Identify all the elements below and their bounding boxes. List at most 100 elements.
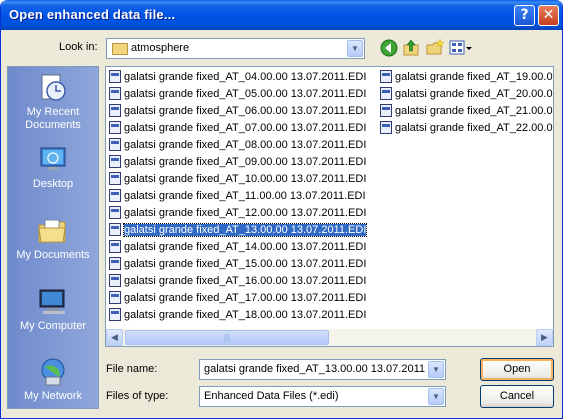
file-item[interactable]: galatsi grande fixed_AT_15.00.00 13.07.2… xyxy=(109,256,366,272)
file-name: galatsi grande fixed_AT_21.00.00 13.07.2… xyxy=(395,105,554,117)
file-item[interactable]: galatsi grande fixed_AT_17.00.00 13.07.2… xyxy=(109,290,366,306)
file-item[interactable]: galatsi grande fixed_AT_10.00.00 13.07.2… xyxy=(109,171,366,187)
file-item[interactable]: galatsi grande fixed_AT_16.00.00 13.07.2… xyxy=(109,273,366,289)
help-button[interactable]: ? xyxy=(514,5,535,26)
file-item[interactable]: galatsi grande fixed_AT_06.00.00 13.07.2… xyxy=(109,103,366,119)
file-name: galatsi grande fixed_AT_13.00.00 13.07.2… xyxy=(122,223,368,237)
file-name: galatsi grande fixed_AT_11.00.00 13.07.2… xyxy=(124,190,366,202)
edi-file-icon xyxy=(109,290,121,304)
file-item[interactable]: galatsi grande fixed_AT_12.00.00 13.07.2… xyxy=(109,205,366,221)
file-name: galatsi grande fixed_AT_04.00.00 13.07.2… xyxy=(124,71,367,83)
file-item[interactable]: galatsi grande fixed_AT_19.00.00 13.07.2… xyxy=(380,69,554,85)
cancel-button[interactable]: Cancel xyxy=(480,385,554,408)
file-name-label: File name: xyxy=(106,363,158,375)
file-item[interactable]: galatsi grande fixed_AT_07.00.00 13.07.2… xyxy=(109,120,366,136)
edi-file-icon xyxy=(109,86,121,100)
place-label: Desktop xyxy=(32,178,74,190)
horizontal-scrollbar[interactable]: ◀ ||| ▶ xyxy=(106,329,553,346)
place-label: My Documents xyxy=(16,249,90,261)
my-documents-icon xyxy=(38,219,66,243)
file-item[interactable]: galatsi grande fixed_AT_11.00.00 13.07.2… xyxy=(109,188,366,204)
place-label: My Recent xyxy=(26,106,80,118)
file-name: galatsi grande fixed_AT_22.00.00 13.07.2… xyxy=(395,122,554,134)
back-icon[interactable] xyxy=(379,38,399,58)
edi-file-icon xyxy=(380,120,392,134)
recent-documents-icon xyxy=(41,74,66,101)
edi-file-icon xyxy=(109,103,121,117)
edi-file-icon xyxy=(380,69,392,83)
edi-file-icon xyxy=(109,188,121,202)
file-name: galatsi grande fixed_AT_18.00.00 13.07.2… xyxy=(124,309,367,321)
file-item[interactable]: galatsi grande fixed_AT_14.00.00 13.07.2… xyxy=(109,239,366,255)
file-name: galatsi grande fixed_AT_12.00.00 13.07.2… xyxy=(124,207,367,219)
edi-file-icon xyxy=(380,86,392,100)
file-item[interactable]: galatsi grande fixed_AT_05.00.00 13.07.2… xyxy=(109,86,366,102)
file-item[interactable]: galatsi grande fixed_AT_21.00.00 13.07.2… xyxy=(380,103,554,119)
new-folder-icon[interactable] xyxy=(425,38,445,58)
file-item[interactable]: galatsi grande fixed_AT_08.00.00 13.07.2… xyxy=(109,137,366,153)
edi-file-icon xyxy=(109,69,121,83)
open-button[interactable]: Open xyxy=(480,358,554,381)
look-in-value: atmosphere xyxy=(131,42,190,54)
file-name: galatsi grande fixed_AT_07.00.00 13.07.2… xyxy=(124,122,367,134)
edi-file-icon xyxy=(109,154,121,168)
file-type-dropdown[interactable]: Enhanced Data Files (*.edi) ▼ xyxy=(199,386,446,407)
place-label: My Network xyxy=(23,390,83,402)
edi-file-icon xyxy=(109,239,121,253)
close-button[interactable]: ✕ xyxy=(538,5,559,26)
file-name-value: galatsi grande fixed_AT_13.00.00 13.07.2… xyxy=(204,363,425,375)
edi-file-icon xyxy=(109,273,121,287)
place-my-network[interactable]: My Network xyxy=(8,357,98,403)
file-name: galatsi grande fixed_AT_10.00.00 13.07.2… xyxy=(124,173,367,185)
desktop-icon xyxy=(40,147,66,170)
file-name: galatsi grande fixed_AT_20.00.00 13.07.2… xyxy=(395,88,554,100)
file-name: galatsi grande fixed_AT_17.00.00 13.07.2… xyxy=(124,292,367,304)
file-name: galatsi grande fixed_AT_09.00.00 13.07.2… xyxy=(124,156,367,168)
file-name-input[interactable]: galatsi grande fixed_AT_13.00.00 13.07.2… xyxy=(199,359,446,380)
edi-file-icon xyxy=(109,171,121,185)
file-item[interactable]: galatsi grande fixed_AT_18.00.00 13.07.2… xyxy=(109,307,366,323)
network-icon xyxy=(41,358,65,386)
place-my-documents[interactable]: My Documents xyxy=(8,216,98,262)
place-label: My Computer xyxy=(19,320,87,332)
file-item[interactable]: galatsi grande fixed_AT_09.00.00 13.07.2… xyxy=(109,154,366,170)
title-bar[interactable]: Open enhanced data file... ? ✕ xyxy=(1,0,562,30)
up-folder-icon[interactable] xyxy=(401,38,421,58)
edi-file-icon xyxy=(109,120,121,134)
place-desktop[interactable]: Desktop xyxy=(8,145,98,191)
chevron-down-icon[interactable]: ▼ xyxy=(428,361,444,378)
file-item[interactable]: galatsi grande fixed_AT_22.00.00 13.07.2… xyxy=(380,120,554,136)
place-my-recent-documents[interactable]: My Recent Documents xyxy=(8,73,98,132)
scroll-right-icon[interactable]: ▶ xyxy=(536,329,553,346)
edi-file-icon xyxy=(380,103,392,117)
edi-file-icon xyxy=(109,205,121,219)
file-name: galatsi grande fixed_AT_08.00.00 13.07.2… xyxy=(124,139,367,151)
place-label: Documents xyxy=(25,119,81,131)
edi-file-icon xyxy=(109,256,121,270)
file-name: galatsi grande fixed_AT_05.00.00 13.07.2… xyxy=(124,88,367,100)
file-name: galatsi grande fixed_AT_15.00.00 13.07.2… xyxy=(124,258,367,270)
file-name: galatsi grande fixed_AT_19.00.00 13.07.2… xyxy=(395,71,554,83)
edi-file-icon xyxy=(109,307,121,321)
chevron-down-icon[interactable]: ▼ xyxy=(347,40,363,57)
place-my-computer[interactable]: My Computer xyxy=(8,287,98,333)
file-list[interactable]: galatsi grande fixed_AT_04.00.00 13.07.2… xyxy=(105,66,554,347)
places-bar: My Recent Documents Desktop My Documents xyxy=(7,66,99,409)
file-item[interactable]: galatsi grande fixed_AT_04.00.00 13.07.2… xyxy=(109,69,366,85)
file-item[interactable]: galatsi grande fixed_AT_13.00.00 13.07.2… xyxy=(109,222,368,238)
file-item[interactable]: galatsi grande fixed_AT_20.00.00 13.07.2… xyxy=(380,86,554,102)
folder-icon xyxy=(112,43,128,55)
view-menu-icon[interactable] xyxy=(449,38,473,58)
file-name: galatsi grande fixed_AT_14.00.00 13.07.2… xyxy=(124,241,367,253)
file-name: galatsi grande fixed_AT_16.00.00 13.07.2… xyxy=(124,275,367,287)
chevron-down-icon[interactable]: ▼ xyxy=(428,388,444,405)
file-name: galatsi grande fixed_AT_06.00.00 13.07.2… xyxy=(124,105,367,117)
edi-file-icon xyxy=(109,137,121,151)
file-type-label: Files of type: xyxy=(106,390,169,402)
scroll-thumb[interactable]: ||| xyxy=(125,330,329,345)
edi-file-icon xyxy=(109,222,121,236)
look-in-label: Look in: xyxy=(59,41,98,53)
look-in-dropdown[interactable]: atmosphere ▼ xyxy=(106,38,365,59)
computer-icon xyxy=(39,289,65,314)
scroll-left-icon[interactable]: ◀ xyxy=(106,329,123,346)
